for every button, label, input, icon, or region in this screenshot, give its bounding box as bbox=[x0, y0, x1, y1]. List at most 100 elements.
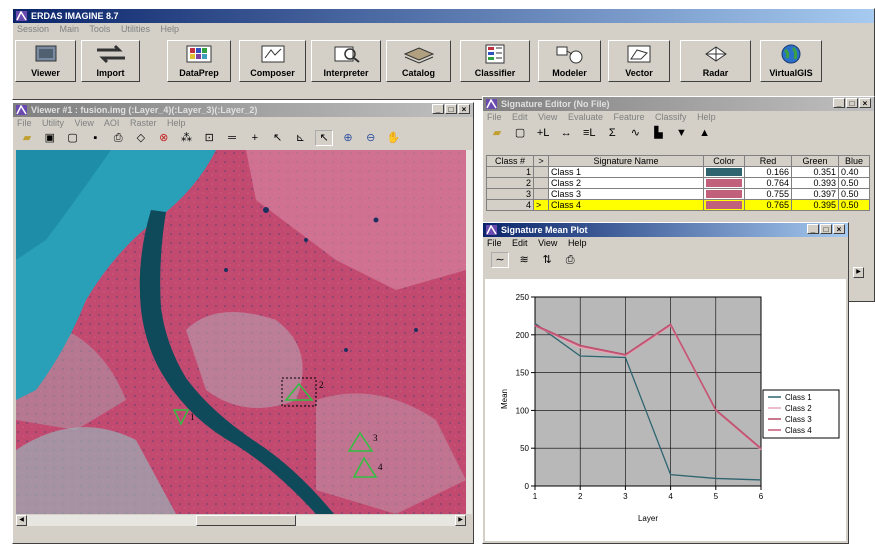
open-icon[interactable]: ▰ bbox=[19, 131, 35, 145]
plot-menu-view[interactable]: View bbox=[538, 238, 557, 248]
print-icon[interactable]: ⎙ bbox=[110, 131, 126, 145]
rotate-icon[interactable]: ↖ bbox=[270, 131, 286, 145]
zoom-in-icon[interactable]: ⊕ bbox=[340, 131, 356, 145]
scroll-left-button[interactable]: ◀ bbox=[16, 515, 27, 526]
minimize-button[interactable]: _ bbox=[833, 98, 845, 108]
cell-color-swatch[interactable] bbox=[703, 166, 745, 178]
zoom-out-icon[interactable]: ⊖ bbox=[363, 131, 379, 145]
modeler-button[interactable]: Modeler bbox=[538, 40, 601, 82]
maximize-button[interactable]: □ bbox=[820, 224, 832, 234]
viewer-menu-file[interactable]: File bbox=[17, 118, 32, 128]
sig-menu-evaluate[interactable]: Evaluate bbox=[568, 112, 603, 122]
col-red[interactable]: Red bbox=[744, 155, 792, 167]
sig-menu-file[interactable]: File bbox=[487, 112, 502, 122]
plot-menu-help[interactable]: Help bbox=[568, 238, 587, 248]
plot-menu-file[interactable]: File bbox=[487, 238, 502, 248]
select-arrow-icon[interactable]: ↖ bbox=[315, 130, 334, 146]
import-button[interactable]: Import bbox=[81, 40, 140, 82]
plot-menu-edit[interactable]: Edit bbox=[512, 238, 528, 248]
viewer-vertical-scrollbar[interactable] bbox=[466, 150, 472, 514]
cell-color-swatch[interactable] bbox=[703, 188, 745, 200]
annotation-label-3: 3 bbox=[373, 433, 378, 443]
close-button[interactable]: × bbox=[458, 104, 470, 114]
menu-main[interactable]: Main bbox=[60, 24, 80, 34]
add-signature-icon[interactable]: +L bbox=[535, 126, 551, 140]
minimize-button[interactable]: _ bbox=[432, 104, 444, 114]
menu-help[interactable]: Help bbox=[160, 24, 179, 34]
viewer-menu-aoi[interactable]: AOI bbox=[104, 118, 120, 128]
crosshair-icon[interactable]: + bbox=[247, 131, 263, 145]
cell-color-swatch[interactable] bbox=[703, 199, 745, 211]
cell-signature-name[interactable]: Class 3 bbox=[548, 188, 704, 200]
table-row-selected[interactable]: 4 > Class 4 0.765 0.395 0.50 bbox=[486, 199, 870, 211]
radar-button[interactable]: Radar bbox=[680, 40, 751, 82]
vector-button[interactable]: Vector bbox=[608, 40, 670, 82]
scroll-thumb[interactable] bbox=[196, 515, 296, 526]
chart-options-icon[interactable]: ≋ bbox=[516, 253, 532, 267]
col-signature-name[interactable]: Signature Name bbox=[548, 155, 704, 167]
viewer-menu-utility[interactable]: Utility bbox=[42, 118, 64, 128]
table-row[interactable]: 1 Class 1 0.166 0.351 0.40 bbox=[486, 166, 870, 178]
cell-signature-name[interactable]: Class 2 bbox=[548, 177, 704, 189]
cell-color-swatch[interactable] bbox=[703, 177, 745, 189]
scroll-right-button[interactable]: ▶ bbox=[455, 515, 466, 526]
col-green[interactable]: Green bbox=[791, 155, 839, 167]
profile-icon[interactable]: ⊾ bbox=[292, 131, 308, 145]
layer-icon[interactable]: ▣ bbox=[42, 131, 58, 145]
col-color[interactable]: Color bbox=[703, 155, 745, 167]
statistics-icon[interactable]: Σ bbox=[604, 126, 620, 140]
table-row[interactable]: 3 Class 3 0.755 0.397 0.50 bbox=[486, 188, 870, 200]
multiple-signatures-icon[interactable]: ⇅ bbox=[539, 253, 555, 267]
viewer-menu-view[interactable]: View bbox=[75, 118, 94, 128]
viewer-menu-raster[interactable]: Raster bbox=[130, 118, 157, 128]
open-icon[interactable]: ▰ bbox=[489, 126, 505, 140]
sig-menu-classify[interactable]: Classify bbox=[655, 112, 687, 122]
sig-menu-edit[interactable]: Edit bbox=[512, 112, 528, 122]
print-icon[interactable]: ⎙ bbox=[562, 253, 578, 267]
sig-menu-view[interactable]: View bbox=[538, 112, 557, 122]
histogram-icon[interactable]: ▙ bbox=[650, 126, 666, 140]
close-button[interactable]: × bbox=[833, 224, 845, 234]
cell-signature-name[interactable]: Class 4 bbox=[548, 199, 704, 211]
merge-signature-icon[interactable]: ≡L bbox=[581, 126, 597, 140]
virtualgis-button[interactable]: VirtualGIS bbox=[760, 40, 822, 82]
maximize-button[interactable]: □ bbox=[445, 104, 457, 114]
save-icon[interactable]: ▪ bbox=[87, 131, 103, 145]
satellite-image[interactable]: 1 2 3 4 bbox=[16, 150, 466, 514]
new-icon[interactable]: ▢ bbox=[512, 126, 528, 140]
col-marker[interactable]: > bbox=[533, 155, 549, 167]
pan-icon[interactable]: ✋ bbox=[386, 131, 402, 145]
new-icon[interactable]: ▢ bbox=[65, 131, 81, 145]
viewer-horizontal-scrollbar[interactable]: ◀ ▶ bbox=[16, 515, 466, 526]
scroll-right-button[interactable]: ▶ bbox=[853, 267, 864, 278]
viewer-button[interactable]: Viewer bbox=[15, 40, 76, 82]
close-button[interactable]: × bbox=[859, 98, 871, 108]
move-down-icon[interactable]: ▼ bbox=[674, 126, 690, 140]
minimize-button[interactable]: _ bbox=[807, 224, 819, 234]
move-up-icon[interactable]: ▲ bbox=[697, 126, 713, 140]
composer-button[interactable]: Composer bbox=[239, 40, 306, 82]
cell-signature-name[interactable]: Class 1 bbox=[548, 166, 704, 178]
maximize-button[interactable]: □ bbox=[846, 98, 858, 108]
viewer-menu-help[interactable]: Help bbox=[167, 118, 186, 128]
ruler-icon[interactable]: ═ bbox=[224, 131, 240, 145]
line-plot-icon[interactable]: ∼ bbox=[491, 252, 509, 268]
dataprep-button[interactable]: DataPrep bbox=[167, 40, 231, 82]
menu-session[interactable]: Session bbox=[17, 24, 49, 34]
cancel-icon[interactable]: ⊗ bbox=[156, 131, 172, 145]
menu-utilities[interactable]: Utilities bbox=[121, 24, 150, 34]
mean-plot-icon[interactable]: ∿ bbox=[627, 126, 643, 140]
menu-tools[interactable]: Tools bbox=[89, 24, 110, 34]
col-blue[interactable]: Blue bbox=[838, 155, 870, 167]
eraser-icon[interactable]: ◇ bbox=[133, 131, 149, 145]
col-class-num[interactable]: Class # bbox=[486, 155, 534, 167]
replace-signature-icon[interactable]: ↔ bbox=[558, 126, 574, 140]
measure-icon[interactable]: ⁂ bbox=[178, 131, 194, 145]
interpreter-button[interactable]: Interpreter bbox=[311, 40, 381, 82]
classifier-button[interactable]: Classifier bbox=[460, 40, 530, 82]
fit-icon[interactable]: ⊡ bbox=[201, 131, 217, 145]
sig-menu-feature[interactable]: Feature bbox=[613, 112, 644, 122]
sig-menu-help[interactable]: Help bbox=[697, 112, 716, 122]
catalog-button[interactable]: Catalog bbox=[386, 40, 451, 82]
table-row[interactable]: 2 Class 2 0.764 0.393 0.50 bbox=[486, 177, 870, 189]
